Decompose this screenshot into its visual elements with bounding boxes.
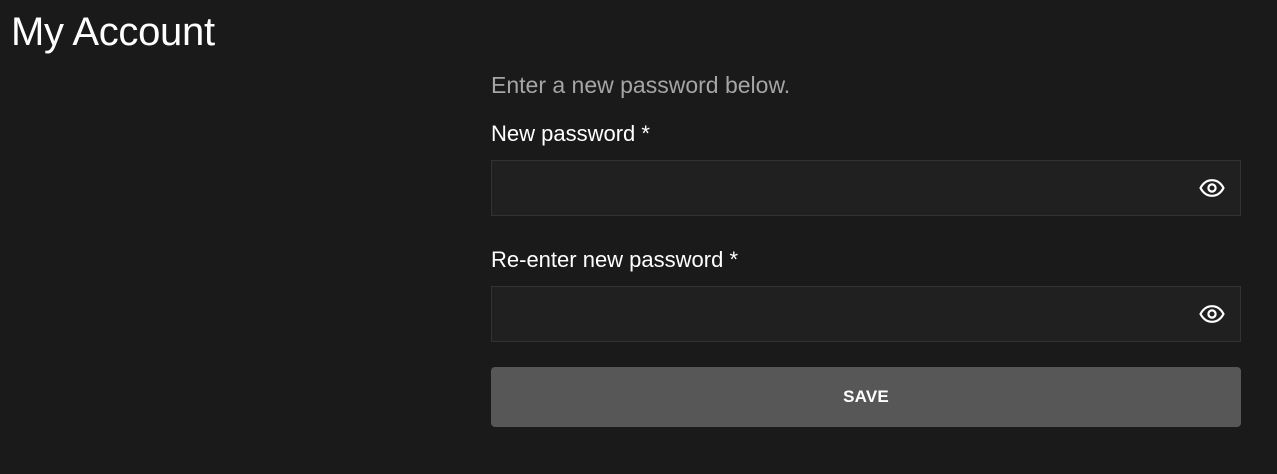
confirm-password-field-wrapper: [491, 286, 1241, 342]
save-button[interactable]: SAVE: [491, 367, 1241, 427]
eye-icon[interactable]: [1198, 177, 1226, 199]
password-reset-form: Enter a new password below. New password…: [491, 68, 1241, 427]
form-intro-text: Enter a new password below.: [491, 72, 791, 98]
new-password-field-wrapper: [491, 160, 1241, 216]
confirm-password-label: Re-enter new password *: [491, 247, 739, 272]
page-title: My Account: [11, 10, 215, 54]
new-password-input[interactable]: [492, 161, 1240, 215]
new-password-label: New password *: [491, 121, 650, 146]
confirm-password-input[interactable]: [492, 287, 1240, 341]
eye-icon[interactable]: [1198, 303, 1226, 325]
